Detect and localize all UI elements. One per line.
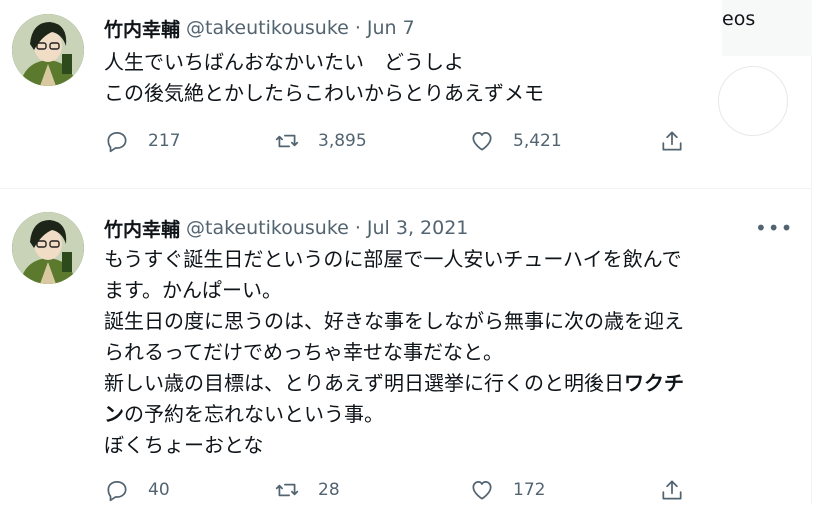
tweet-line: もうすぐ誕生日だというのに部屋で一人安いチューハイを飲んで xyxy=(104,247,682,271)
like-icon xyxy=(472,132,492,151)
tweet-line: 誕生日の度に思うのは、好きな事をしながら無事に次の歳を迎え xyxy=(104,309,684,333)
share-button[interactable] xyxy=(659,475,703,505)
overlay-label: eos xyxy=(722,8,756,30)
like-button[interactable]: 172 xyxy=(469,475,545,505)
reply-icon xyxy=(107,481,127,502)
reply-count: 217 xyxy=(148,131,181,151)
tweet-line: この後気絶とかしたらこわいからとりあえずメモ xyxy=(104,81,544,105)
reply-button[interactable]: 40 xyxy=(104,475,170,505)
like-count: 172 xyxy=(513,480,546,500)
author-name[interactable]: 竹内幸輔 xyxy=(104,215,180,242)
hashtag-vaccine-cont[interactable]: ン xyxy=(104,402,124,426)
retweet-button[interactable]: 3,895 xyxy=(274,126,367,156)
tweet-date[interactable]: Jul 3, 2021 xyxy=(367,217,469,239)
tweet[interactable]: 竹内幸輔 @takeutikousuke · Jun 7 人生でいちばんおなかい… xyxy=(0,0,812,188)
tweet-line: ンの予約を忘れないという事。 xyxy=(104,399,784,430)
tweet-line: 新しい歳の目標は、とりあえず明日選挙に行くのと明後日ワクチ xyxy=(104,368,784,399)
tweet-actions: 40 28 172 xyxy=(104,475,704,505)
author-name[interactable]: 竹内幸輔 xyxy=(104,15,180,42)
avatar-image xyxy=(12,14,84,86)
avatar[interactable] xyxy=(12,14,84,86)
tweet-line-text: の予約を忘れないという事。 xyxy=(124,402,384,426)
tweet-line-text: 新しい歳の目標は、とりあえず明日選挙に行くのと明後日 xyxy=(104,371,624,395)
tweet-header: 竹内幸輔 @takeutikousuke · Jun 7 xyxy=(104,15,415,41)
hashtag-vaccine[interactable]: ワクチ xyxy=(624,371,684,395)
avatar[interactable] xyxy=(12,212,84,284)
tweet-line: 人生でいちばんおなかいたい どうしよ xyxy=(104,50,464,74)
tweet-actions: 217 3,895 5,421 xyxy=(104,126,704,156)
like-button[interactable]: 5,421 xyxy=(469,126,562,156)
tweet-text: 人生でいちばんおなかいたい どうしよこの後気絶とかしたらこわいからとりあえずメモ xyxy=(104,47,784,109)
tweet-line: ます。かんぱーい。 xyxy=(104,278,282,302)
tweet-line: ぼくちょーおとな xyxy=(104,433,264,457)
tweet-text: もうすぐ誕生日だというのに部屋で一人安いチューハイを飲んで ます。かんぱーい。誕生… xyxy=(104,244,784,461)
retweet-button[interactable]: 28 xyxy=(274,475,340,505)
retweet-icon xyxy=(275,483,299,497)
share-button[interactable] xyxy=(659,126,703,156)
tweet-header: 竹内幸輔 @takeutikousuke · Jul 3, 2021 xyxy=(104,215,468,241)
reply-button[interactable]: 217 xyxy=(104,126,180,156)
like-count: 5,421 xyxy=(513,131,562,151)
avatar-image xyxy=(12,212,84,284)
reply-icon xyxy=(107,132,127,153)
retweet-icon xyxy=(275,134,299,148)
author-handle[interactable]: @takeutikousuke xyxy=(186,217,349,239)
retweet-count: 28 xyxy=(318,480,340,500)
separator-dot: · xyxy=(354,17,361,39)
tweet-date[interactable]: Jun 7 xyxy=(367,17,415,39)
separator-dot: · xyxy=(354,217,361,239)
media-tab-overlay[interactable]: eos xyxy=(722,0,812,56)
author-handle[interactable]: @takeutikousuke xyxy=(186,17,349,39)
retweet-count: 3,895 xyxy=(318,131,367,151)
share-icon xyxy=(662,480,682,500)
floating-circle[interactable] xyxy=(718,66,788,136)
share-icon xyxy=(662,131,682,151)
like-icon xyxy=(472,481,492,500)
tweet-line: られるってだけでめっちゃ幸せな事だなと。 xyxy=(104,340,503,364)
more-options-icon[interactable]: ••• xyxy=(755,216,793,240)
reply-count: 40 xyxy=(148,480,170,500)
